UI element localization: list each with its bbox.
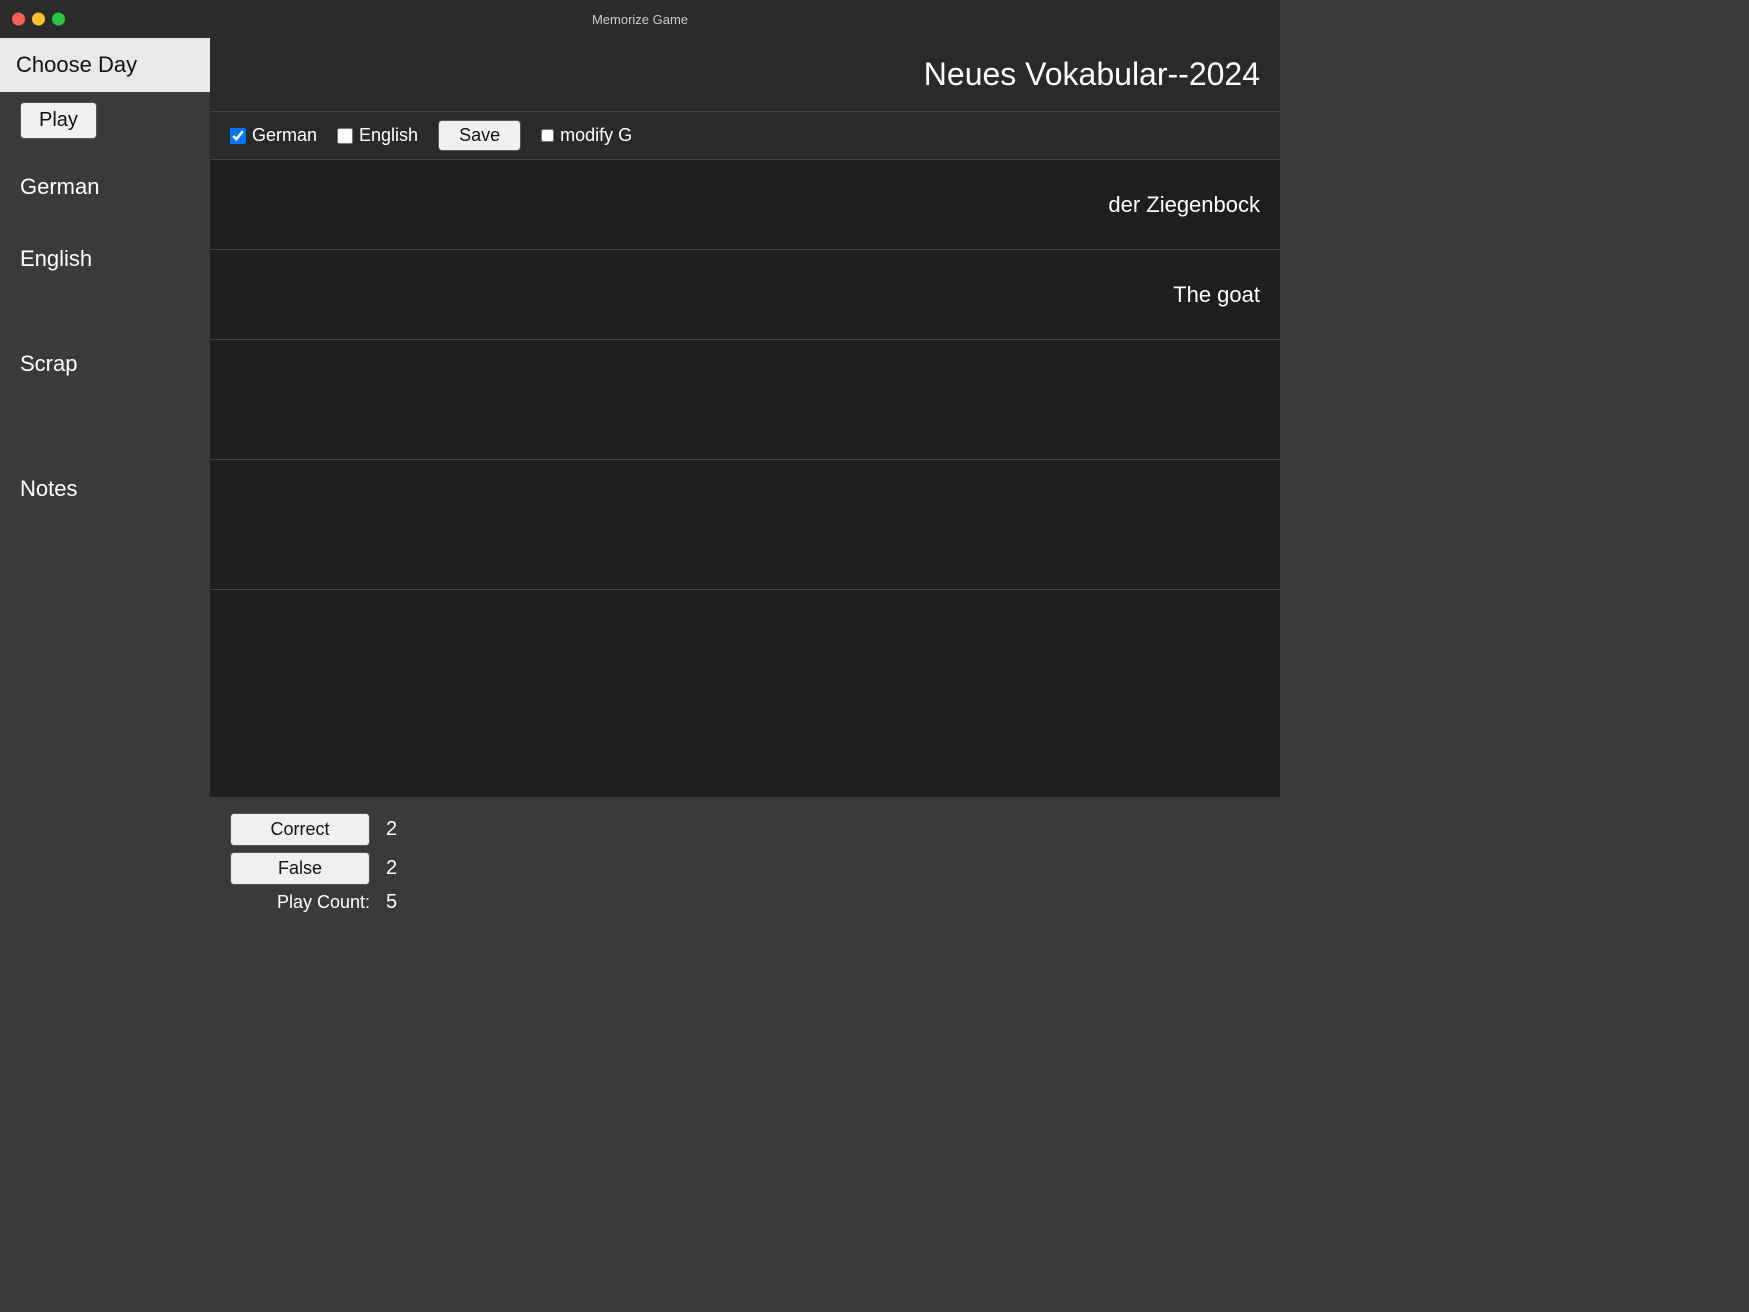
english-checkbox[interactable] [337,128,353,144]
sidebar: Choose Day Play German English Scrap Not… [0,38,210,930]
close-button[interactable] [12,13,25,26]
false-value: 2 [386,857,397,880]
save-button[interactable]: Save [438,120,521,151]
english-value: The goat [210,250,1280,339]
german-label: German [0,174,119,200]
false-button[interactable]: False [230,852,370,885]
modify-label: modify G [541,125,632,146]
english-row: The goat [210,250,1280,340]
content-header: Neues Vokabular--2024 [210,38,1280,112]
play-button[interactable]: Play [20,102,97,139]
score-area: Correct 2 False 2 Play Count: 5 [210,797,1280,930]
maximize-button[interactable] [52,13,65,26]
correct-value: 2 [386,818,397,841]
german-checkbox-label[interactable]: German [230,125,317,146]
content-area: Neues Vokabular--2024 German English Sav… [210,38,1280,930]
scrap-row [210,340,1280,460]
minimize-button[interactable] [32,13,45,26]
modify-text: modify G [560,125,632,146]
german-checkbox[interactable] [230,128,246,144]
notes-row [210,460,1280,590]
modify-checkbox[interactable] [541,129,554,142]
titlebar: Memorize Game [0,0,1280,38]
sidebar-labels: German English Scrap Notes [0,159,210,554]
notes-value [210,460,1280,589]
notes-label: Notes [0,476,97,502]
main-container: Choose Day Play German English Scrap Not… [0,38,1280,930]
app-title: Memorize Game [592,12,688,27]
play-count-value: 5 [386,891,397,914]
correct-row: Correct 2 [230,813,1260,846]
german-row: der Ziegenbock [210,160,1280,250]
english-checkbox-label[interactable]: English [337,125,418,146]
traffic-lights [12,13,65,26]
german-value: der Ziegenbock [210,160,1280,249]
scrap-value [210,340,1280,459]
scrap-label: Scrap [0,351,97,377]
play-count-label: Play Count: [234,892,370,913]
english-sidebar-label: English [0,246,112,272]
content-title: Neues Vokabular--2024 [924,56,1260,93]
german-checkbox-text: German [252,125,317,146]
false-row: False 2 [230,852,1260,885]
toolbar-row: German English Save modify G [210,112,1280,160]
english-checkbox-text: English [359,125,418,146]
correct-button[interactable]: Correct [230,813,370,846]
play-count-row: Play Count: 5 [230,891,1260,914]
choose-day-button[interactable]: Choose Day [0,38,210,92]
